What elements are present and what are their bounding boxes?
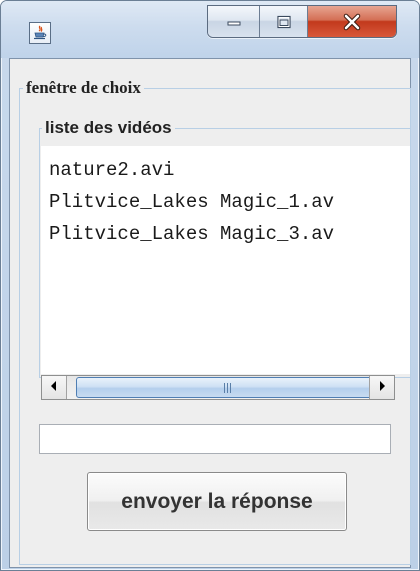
title-bar[interactable] [1, 1, 419, 58]
close-icon [341, 13, 363, 31]
scrollbar-thumb[interactable] [76, 377, 378, 398]
scroll-left-button[interactable] [42, 376, 67, 399]
horizontal-scrollbar[interactable] [41, 375, 395, 400]
java-cup-icon[interactable] [29, 22, 51, 44]
answer-input[interactable] [39, 424, 391, 454]
maximize-icon [276, 15, 292, 29]
arrow-left-icon [49, 379, 59, 397]
video-list[interactable]: nature2.avi Plitvice_Lakes Magic_1.av Pl… [41, 146, 410, 374]
video-list-item[interactable]: nature2.avi [49, 156, 174, 184]
choice-panel-title: fenêtre de choix [23, 78, 144, 98]
arrow-right-icon [377, 379, 387, 397]
video-list-item[interactable]: Plitvice_Lakes Magic_3.av [49, 220, 334, 248]
close-button[interactable] [308, 6, 396, 37]
caption-buttons [207, 5, 397, 38]
application-window: fenêtre de choix liste des vidéos nature… [0, 0, 420, 571]
grip-icon [223, 382, 231, 393]
minimize-icon [226, 17, 242, 27]
maximize-button[interactable] [260, 6, 308, 37]
scroll-right-button[interactable] [369, 376, 394, 399]
send-answer-button[interactable]: envoyer la réponse [87, 472, 347, 531]
video-list-title: liste des vidéos [42, 118, 175, 138]
video-list-item[interactable]: Plitvice_Lakes Magic_1.av [49, 188, 334, 216]
minimize-button[interactable] [208, 6, 260, 37]
